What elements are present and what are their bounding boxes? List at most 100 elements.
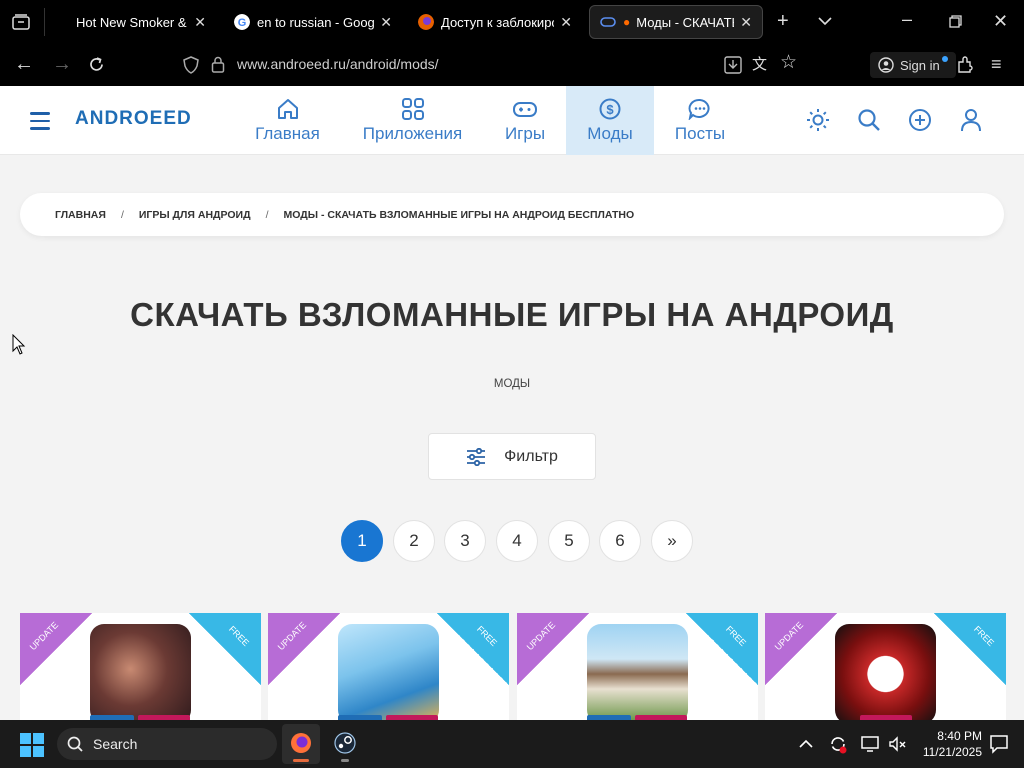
close-tab-icon[interactable]: ✕ (194, 14, 206, 31)
nav-home[interactable]: Главная (245, 86, 330, 155)
game-thumbnail[interactable] (835, 624, 936, 723)
apps-icon (401, 97, 424, 120)
windows-start-icon[interactable] (20, 733, 44, 757)
svg-text:G: G (238, 17, 247, 29)
tab-list-icon[interactable] (12, 14, 30, 30)
lock-icon[interactable] (211, 56, 225, 73)
close-tab-icon[interactable]: ✕ (380, 14, 392, 31)
system-clock[interactable]: 8:40 PM 11/21/2025 (923, 728, 982, 760)
firefox-icon (291, 733, 311, 753)
page-button-4[interactable]: 4 (496, 520, 538, 562)
breadcrumb: ГЛАВНАЯ / ИГРЫ ДЛЯ АНДРОИД / МОДЫ - СКАЧ… (20, 193, 1004, 236)
theme-sun-icon[interactable] (806, 108, 830, 132)
filter-sliders-icon (467, 447, 486, 466)
taskbar-firefox[interactable] (282, 724, 320, 764)
game-thumbnail[interactable] (90, 624, 191, 723)
sign-in-button[interactable]: Sign in (870, 52, 956, 78)
close-tab-icon[interactable]: ✕ (560, 14, 572, 31)
add-circle-icon[interactable] (908, 108, 932, 132)
minimize-icon[interactable]: – (902, 10, 912, 28)
chevron-down-icon[interactable] (818, 16, 832, 26)
nav-posts[interactable]: Посты (665, 86, 735, 155)
tab-3[interactable]: Доступ к заблокирова ✕ (408, 5, 582, 39)
sync-icon[interactable] (828, 734, 848, 754)
breadcrumb-home[interactable]: ГЛАВНАЯ (55, 209, 106, 221)
fire-icon: ● (623, 15, 631, 29)
clock-date: 11/21/2025 (922, 745, 982, 759)
bookmark-star-icon[interactable]: ☆ (780, 53, 797, 72)
hamburger-menu-icon[interactable] (30, 112, 50, 135)
chat-icon (688, 98, 710, 120)
breadcrumb-current: МОДЫ - СКАЧАТЬ ВЗЛОМАННЫЕ ИГРЫ НА АНДРОИ… (283, 208, 635, 221)
tab-title: en to russian - Google (257, 14, 375, 30)
tab-1[interactable]: Hot New Smoker & Vap ✕ (66, 5, 216, 39)
free-ribbon (437, 613, 509, 685)
forward-icon[interactable]: → (52, 54, 72, 74)
new-tab-icon[interactable]: + (777, 11, 789, 31)
page-button-6[interactable]: 6 (599, 520, 641, 562)
search-icon (67, 736, 83, 752)
clock-time: 8:40 PM (937, 729, 982, 743)
tab-title: Моды - СКАЧАТЬ В (636, 14, 734, 30)
nav-apps[interactable]: Приложения (355, 86, 470, 155)
home-icon (277, 98, 298, 119)
speaker-muted-icon[interactable] (887, 734, 907, 754)
browser-nav-bar: ← → www.androeed.ru/android/mods/ 文 ☆ Si… (0, 44, 1024, 86)
restore-icon[interactable] (949, 15, 962, 28)
filter-label: Фильтр (504, 447, 558, 465)
game-card[interactable]: UPDATE FREE (765, 613, 1006, 723)
tab-2[interactable]: G en to russian - Google ✕ (224, 5, 402, 39)
page-button-5[interactable]: 5 (548, 520, 590, 562)
nav-mods[interactable]: $ Моды (566, 86, 654, 155)
page-subtitle: МОДЫ (493, 378, 531, 390)
translate-icon[interactable]: 文 (752, 56, 767, 74)
active-indicator (293, 759, 309, 762)
page-button-2[interactable]: 2 (393, 520, 435, 562)
extensions-icon[interactable] (956, 56, 973, 73)
page-button-3[interactable]: 3 (444, 520, 486, 562)
search-icon[interactable] (857, 108, 881, 132)
breadcrumb-separator: / (120, 208, 124, 221)
game-thumbnail[interactable] (338, 624, 439, 723)
taskbar-steam[interactable] (326, 724, 364, 764)
notifications-icon[interactable] (989, 734, 1009, 754)
game-thumbnail[interactable] (587, 624, 688, 723)
mouse-cursor-icon (12, 334, 26, 355)
tab-4-active[interactable]: ● Моды - СКАЧАТЬ В ✕ (589, 5, 763, 39)
nav-games[interactable]: Игры (495, 86, 555, 155)
account-icon (878, 57, 894, 73)
steam-icon (334, 732, 356, 754)
game-card[interactable]: UPDATE FREE (517, 613, 758, 723)
page-button-1[interactable]: 1 (341, 520, 383, 562)
close-tab-icon[interactable]: ✕ (740, 14, 752, 31)
game-card[interactable]: UPDATE FREE (268, 613, 509, 723)
chevron-up-icon[interactable] (799, 739, 813, 749)
nav-label: Посты (674, 123, 726, 143)
taskbar-search[interactable]: Search (57, 728, 277, 760)
taskbar-search-label: Search (93, 736, 138, 752)
page-next-button[interactable]: » (651, 520, 693, 562)
free-ribbon (934, 613, 1006, 685)
user-icon[interactable] (959, 108, 983, 132)
taskbar: Search 8:40 PM 11/21/2025 (0, 720, 1024, 768)
shield-icon[interactable] (183, 56, 199, 74)
reload-icon[interactable] (88, 56, 105, 73)
close-window-icon[interactable]: ✕ (993, 12, 1008, 30)
dollar-icon: $ (599, 98, 621, 119)
tab-title: Hot New Smoker & Vap (76, 14, 188, 30)
free-ribbon (686, 613, 758, 685)
game-card[interactable]: UPDATE FREE (20, 613, 261, 723)
tab-title: Доступ к заблокирова (441, 14, 554, 30)
network-icon[interactable] (860, 734, 880, 754)
url-text[interactable]: www.androeed.ru/android/mods/ (237, 56, 439, 72)
free-ribbon (189, 613, 261, 685)
site-logo[interactable]: ANDROEED (75, 108, 192, 130)
firefox-icon (418, 14, 434, 30)
menu-icon[interactable]: ≡ (991, 55, 1002, 73)
filter-button[interactable]: Фильтр (428, 433, 596, 480)
sign-in-label: Sign in (900, 57, 940, 73)
download-page-icon[interactable] (724, 56, 742, 74)
back-icon[interactable]: ← (14, 54, 34, 74)
page-title: СКАЧАТЬ ВЗЛОМАННЫЕ ИГРЫ НА АНДРОИД (130, 296, 894, 333)
breadcrumb-games[interactable]: ИГРЫ ДЛЯ АНДРОИД (139, 209, 251, 221)
